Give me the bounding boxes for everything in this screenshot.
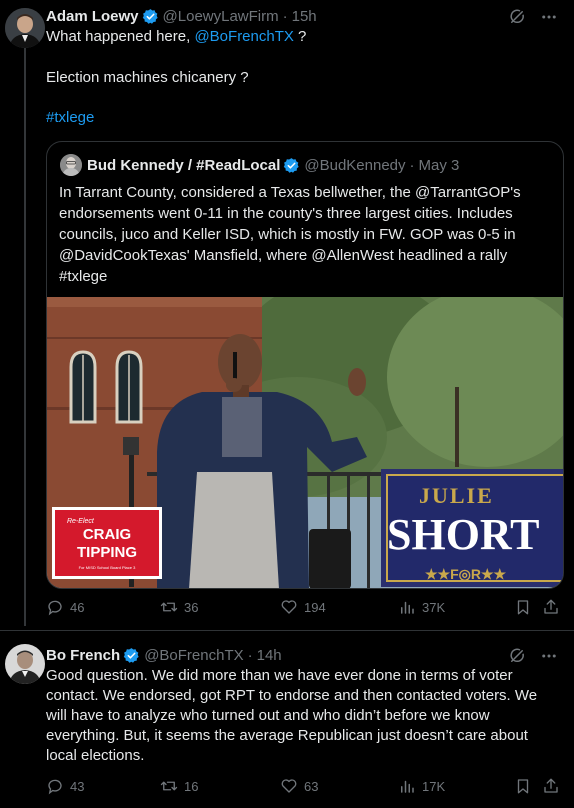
verified-badge-icon: [123, 647, 139, 663]
quoted-author-name[interactable]: Bud Kennedy / #ReadLocal: [87, 157, 280, 174]
more-options-icon[interactable]: [540, 647, 558, 665]
sign-left-small: Re-Elect: [67, 518, 95, 525]
quoted-author-avatar[interactable]: [60, 154, 82, 176]
quoted-tweet-text: In Tarrant County, considered a Texas be…: [59, 184, 521, 285]
like-button[interactable]: 194: [280, 598, 326, 616]
hashtag-link[interactable]: #txlege: [46, 108, 556, 128]
tweet-action-bar: 43 16 63 17K: [46, 777, 566, 801]
tweet-text-line: Election machines chicanery ?: [46, 69, 249, 86]
tweet-action-bar: 46 36 194 37K: [46, 598, 566, 622]
reply-count: 43: [70, 778, 85, 794]
sign-right-line2: SHORT: [387, 510, 540, 559]
tweet-text: Good question. We did more than we have …: [46, 667, 538, 764]
sign-left-line2: TIPPING: [77, 544, 137, 561]
bookmark-button[interactable]: [514, 777, 532, 795]
grok-icon[interactable]: [508, 647, 526, 665]
author-name[interactable]: Adam Loewy: [46, 8, 139, 25]
tweet-text-part: What happened here,: [46, 28, 195, 45]
analytics-icon: [401, 601, 414, 614]
sign-right-line3: ★★F◎R★★: [425, 566, 507, 582]
author-name[interactable]: Bo French: [46, 647, 120, 664]
bookmark-icon: [517, 779, 529, 794]
repost-button[interactable]: 36: [160, 598, 198, 616]
tweet-text-part: ?: [293, 28, 307, 45]
repost-icon: [160, 602, 178, 612]
tweet-adam-loewy[interactable]: Adam Loewy @LoewyLawFirm · 15h What happ…: [0, 0, 574, 630]
tweet-text: What happened here, @BoFrenchTX ?: [46, 27, 556, 47]
verified-badge-icon: [284, 157, 300, 173]
share-icon: [544, 599, 558, 614]
reply-icon: [48, 600, 62, 616]
sign-right-line1: JULIE: [419, 483, 494, 508]
grok-icon[interactable]: [508, 8, 526, 26]
reply-button[interactable]: 46: [46, 598, 84, 616]
reply-count: 46: [70, 599, 85, 615]
repost-button[interactable]: 16: [160, 777, 198, 795]
author-handle[interactable]: @BoFrenchTX: [144, 647, 243, 664]
quoted-tweet-header: Bud Kennedy / #ReadLocal @BudKennedy · M…: [87, 154, 459, 176]
thread-connector-line: [24, 48, 26, 626]
view-count: 37K: [422, 599, 446, 615]
more-options-icon[interactable]: [540, 8, 558, 26]
mention-link[interactable]: @BoFrenchTX: [194, 28, 293, 45]
analytics-icon: [401, 780, 414, 793]
bookmark-button[interactable]: [514, 598, 532, 616]
like-count: 63: [304, 778, 319, 794]
like-count: 194: [304, 599, 326, 615]
reply-icon: [48, 779, 62, 795]
view-count: 17K: [422, 778, 446, 794]
repost-count: 16: [184, 778, 199, 794]
timestamp[interactable]: 14h: [257, 647, 282, 664]
timestamp[interactable]: 15h: [292, 8, 317, 25]
tweet-top-icons: [508, 647, 558, 665]
tweet-top-icons: [508, 8, 558, 26]
sign-left-line1: CRAIG: [83, 526, 131, 543]
repost-icon: [160, 781, 178, 791]
repost-count: 36: [184, 599, 199, 615]
author-avatar[interactable]: [5, 8, 45, 48]
heart-icon: [281, 779, 297, 793]
quoted-tweet[interactable]: Bud Kennedy / #ReadLocal @BudKennedy · M…: [46, 141, 564, 589]
like-button[interactable]: 63: [280, 777, 318, 795]
tweet-header: Adam Loewy @LoewyLawFirm · 15h: [46, 5, 317, 27]
sign-left-footer: For MISD School Board Place 3: [79, 565, 136, 570]
share-icon: [544, 778, 558, 793]
separator-dot: ·: [409, 156, 415, 174]
reply-button[interactable]: 43: [46, 777, 84, 795]
quoted-timestamp[interactable]: May 3: [419, 157, 460, 174]
share-button[interactable]: [542, 777, 560, 795]
views-button[interactable]: 37K: [398, 598, 445, 616]
share-button[interactable]: [542, 598, 560, 616]
heart-icon: [281, 600, 297, 614]
verified-badge-icon: [142, 8, 158, 24]
separator-dot: ·: [282, 7, 288, 25]
author-avatar[interactable]: [5, 644, 45, 684]
tweet-header: Bo French @BoFrenchTX · 14h: [46, 644, 282, 666]
author-handle[interactable]: @LoewyLawFirm: [163, 8, 279, 25]
tweet-bo-french[interactable]: Bo French @BoFrenchTX · 14h Good questio…: [0, 631, 574, 808]
separator-dot: ·: [247, 646, 253, 664]
bookmark-icon: [517, 600, 529, 615]
quoted-author-handle[interactable]: @BudKennedy: [304, 157, 405, 174]
views-button[interactable]: 17K: [398, 777, 445, 795]
quoted-tweet-photo[interactable]: Re-Elect CRAIG TIPPING For MISD School B…: [47, 297, 564, 589]
